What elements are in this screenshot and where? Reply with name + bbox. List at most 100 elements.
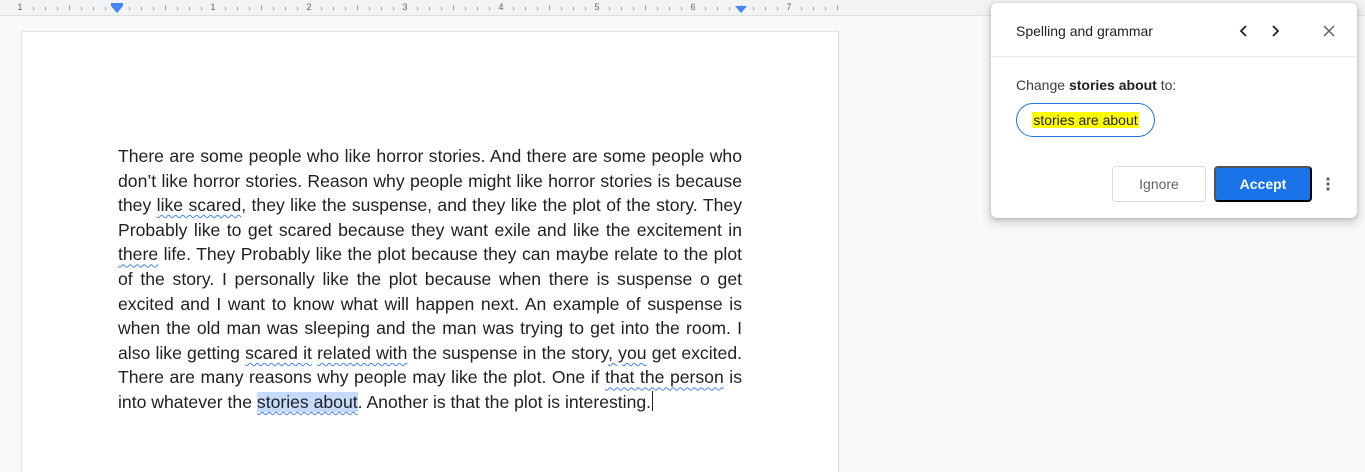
ruler-tick [249,7,250,10]
ruler-tick [129,7,130,10]
ruler-tick [429,7,430,10]
text-cursor [652,390,654,411]
ruler-tick [153,7,154,10]
ruler-number: 1 [210,2,216,12]
accept-button[interactable]: Accept [1214,166,1312,202]
text-run: . Another is that the plot is interestin… [357,391,652,412]
suggestion-target: stories about [1068,77,1157,93]
ruler-number: 3 [402,2,408,12]
ruler-tick [237,7,238,10]
ruler-tick [321,7,322,10]
grammar-suggestion[interactable]: related with [317,343,407,363]
ruler-tick [777,7,778,10]
right-indent-handle[interactable] [735,6,747,13]
ruler-tick [585,7,586,10]
ruler-tick [333,7,334,10]
ruler-tick [657,7,658,10]
ruler-tick [177,7,178,10]
ruler-tick [81,7,82,10]
active-grammar-suggestion[interactable]: stories about [256,391,358,412]
ruler-tick [417,7,418,10]
ruler-number: 1 [17,2,23,12]
ruler-tick [609,7,610,10]
suggestion-prefix: Change [1016,77,1069,93]
ruler-tick [33,7,34,10]
ruler-tick [93,7,94,10]
left-indent-handle[interactable] [111,6,123,13]
ruler-tick [513,7,514,10]
ruler-tick [201,7,202,10]
ruler-tick [261,5,262,10]
ruler-tick [561,7,562,10]
suggestion-suffix: to: [1156,77,1177,93]
ruler-tick [165,5,166,10]
ruler-tick [297,7,298,10]
document-page[interactable]: There are some people who like horror st… [22,32,838,472]
ruler-tick [45,7,46,10]
ruler-tick [285,7,286,10]
grammar-suggestion[interactable]: like scared [157,195,242,215]
ruler-tick [189,7,190,10]
ruler-tick [621,7,622,10]
document-paragraph[interactable]: There are some people who like horror st… [118,144,742,415]
ruler-number: 6 [690,2,696,12]
chevron-left-icon [1239,25,1247,37]
more-vert-icon [1326,177,1330,191]
grammar-suggestion[interactable]: , you [608,343,646,363]
ruler-tick [525,7,526,10]
grammar-suggestion[interactable]: there [118,244,158,264]
ruler-tick [633,7,634,10]
ruler-tick [825,7,826,10]
ruler-tick [681,7,682,10]
previous-suggestion-button[interactable] [1232,19,1256,43]
suggestion-label: Change stories about to: [1016,77,1176,93]
text-run: the suspense in the story [407,342,609,363]
ruler-tick [453,5,454,10]
spelling-grammar-panel: Spelling and grammar Change stories abou… [991,3,1357,218]
chevron-right-icon [1272,25,1280,37]
ruler-number: 5 [594,2,600,12]
ruler-tick [537,7,538,10]
ruler-tick [669,7,670,10]
ruler-tick [837,5,838,10]
ruler-tick [489,7,490,10]
ruler-number: 4 [498,2,504,12]
close-icon [1323,25,1335,37]
ruler-tick [441,7,442,10]
close-panel-button[interactable] [1317,19,1341,43]
ruler-tick [705,7,706,10]
suggestion-text: stories are about [1032,112,1139,128]
next-suggestion-button[interactable] [1263,19,1287,43]
ruler-tick [753,7,754,10]
ruler-number: 7 [786,2,792,12]
ruler-tick [549,5,550,10]
panel-header: Spelling and grammar [991,3,1357,57]
ruler-tick [357,5,358,10]
ruler-tick [369,7,370,10]
ruler-number: 2 [306,2,312,12]
ruler-tick [813,7,814,10]
ruler-tick [801,7,802,10]
ruler-tick [381,7,382,10]
ruler-tick [465,7,466,10]
ruler-tick [345,7,346,10]
more-options-button[interactable] [1316,172,1340,196]
grammar-suggestion[interactable]: that the person [605,367,724,387]
ruler-tick [69,5,70,10]
ruler-tick [765,7,766,10]
ignore-button[interactable]: Ignore [1112,166,1206,202]
ruler-tick [645,5,646,10]
panel-title: Spelling and grammar [1016,23,1153,39]
ruler-tick [141,7,142,10]
ruler-tick [717,7,718,10]
ruler-tick [393,7,394,10]
ruler-tick [573,7,574,10]
grammar-suggestion[interactable]: scared it [245,343,312,363]
suggestion-chip[interactable]: stories are about [1016,103,1155,137]
ruler-tick [57,7,58,10]
ruler-tick [477,7,478,10]
ruler-tick [105,7,106,10]
ruler-tick [729,7,730,10]
ruler-tick [225,7,226,10]
ruler-tick [273,7,274,10]
